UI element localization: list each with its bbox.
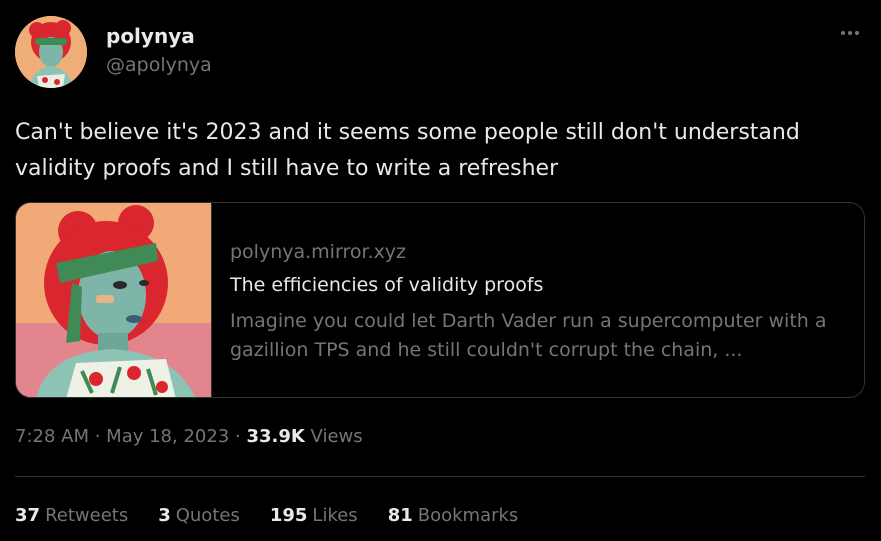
dot [848,31,852,35]
bookmarks-count: 81 [387,505,413,526]
likes-stat[interactable]: 195 Likes [270,505,358,526]
avatar[interactable] [15,16,87,88]
divider [15,476,865,477]
retweets-stat[interactable]: 37 Retweets [15,505,128,526]
retweets-count: 37 [15,505,41,526]
more-horizontal-icon[interactable] [837,20,863,46]
retweets-label: Retweets [45,505,129,526]
card-domain: polynya.mirror.xyz [230,241,407,263]
dot [841,31,845,35]
quotes-count: 3 [158,505,171,526]
tweet-time[interactable]: 7:28 AM [15,426,89,447]
likes-count: 195 [269,505,308,526]
engagement-stats: 37 Retweets 3 Quotes 195 Likes 81 Bookmarks [15,505,518,526]
bookmarks-stat[interactable]: 81 Bookmarks [388,505,519,526]
views-label: Views [310,426,363,447]
likes-label: Likes [312,505,358,526]
card-thumbnail [16,203,212,397]
tweet-text: Can't believe it's 2023 and it seems som… [15,120,800,181]
tweet-meta: 7:28 AM · May 18, 2023 · 33.9K Views [15,426,363,447]
author-handle[interactable]: @apolynya [106,54,212,76]
quotes-label: Quotes [175,505,240,526]
meta-separator: · [89,426,107,447]
views-count: 33.9K [246,426,305,447]
card-thumbnail-illustration [16,203,211,397]
dot [855,31,859,35]
avatar-illustration [15,16,87,88]
tweet-date[interactable]: May 18, 2023 [106,426,229,447]
card-description: Imagine you could let Darth Vader run a … [230,310,827,361]
meta-separator: · [229,426,247,447]
author-name[interactable]: polynya [106,24,195,48]
bookmarks-label: Bookmarks [417,505,519,526]
card-title: The efficiencies of validity proofs [230,274,544,296]
tweet: polynya @apolynya Can't believe it's 202… [0,0,881,541]
quotes-stat[interactable]: 3 Quotes [158,505,240,526]
link-card[interactable]: polynya.mirror.xyz The efficiencies of v… [15,202,865,398]
